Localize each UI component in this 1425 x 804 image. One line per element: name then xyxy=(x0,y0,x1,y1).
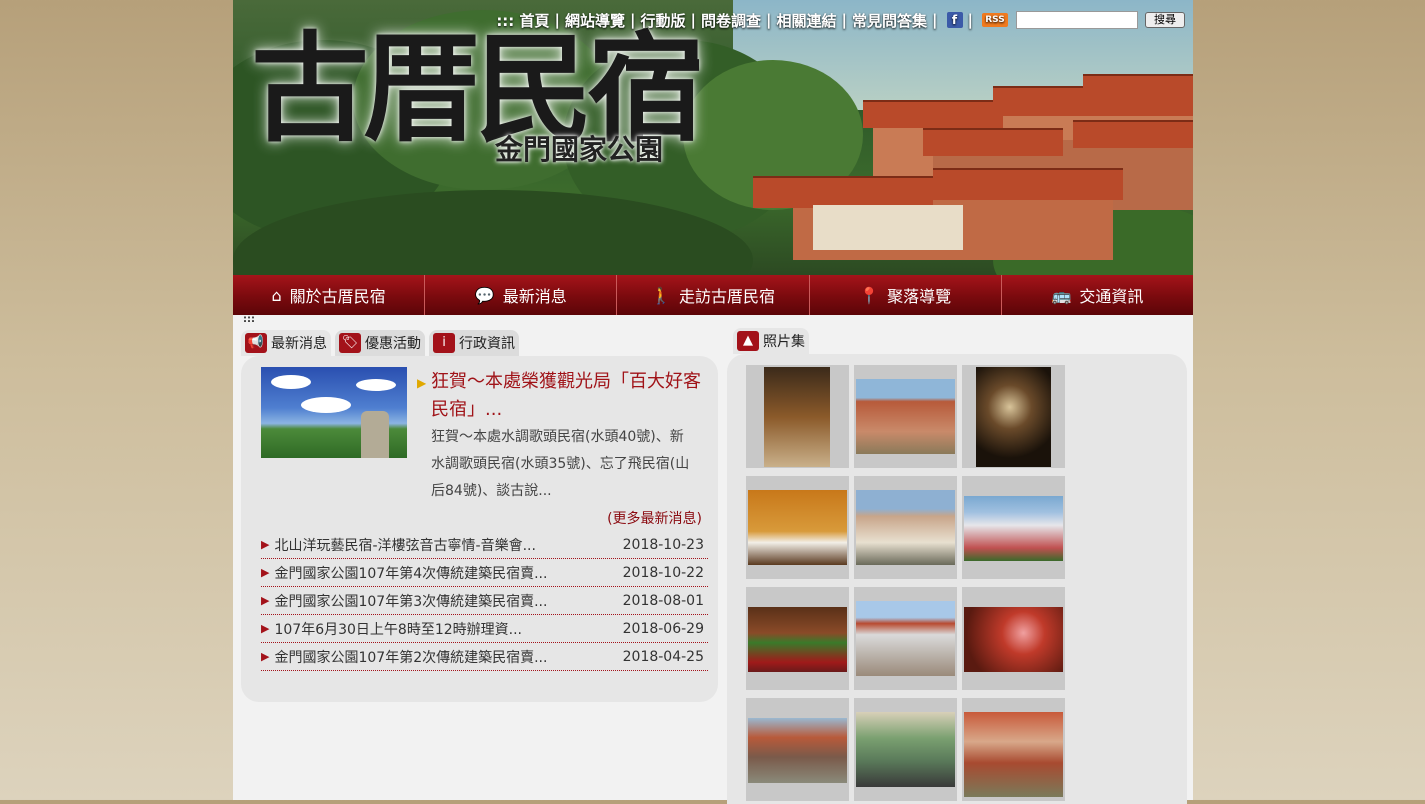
news-item-title: 北山洋玩藝民宿-洋樓弦音古寧情-音樂會... xyxy=(274,537,536,554)
photo-thumb[interactable] xyxy=(854,365,957,468)
tab-latest-news[interactable]: 📢 最新消息 xyxy=(241,330,331,356)
photo-thumb[interactable] xyxy=(854,587,957,690)
nav-village-guide[interactable]: 📍 聚落導覽 xyxy=(810,275,1002,315)
photo-thumb[interactable] xyxy=(962,698,1065,801)
photo-gallery xyxy=(727,354,1187,804)
photo-thumb[interactable] xyxy=(746,698,849,801)
more-news-link[interactable]: (更多最新消息) xyxy=(607,508,702,528)
news-item[interactable]: ▶ 北山洋玩藝民宿-洋樓弦音古寧情-音樂會... 2018-10-23 xyxy=(261,531,708,559)
accessibility-dots: ::: xyxy=(243,314,255,325)
photo-thumb[interactable] xyxy=(962,365,1065,468)
photo-thumb[interactable] xyxy=(746,365,849,468)
tab-admin-info-label: 行政資訊 xyxy=(459,336,515,352)
nav-visit-label: 走訪古厝民宿 xyxy=(678,287,775,306)
tag-icon: 🏷 xyxy=(339,333,361,353)
home-icon: ⌂ xyxy=(271,285,282,305)
news-item-date: 2018-04-25 xyxy=(622,648,704,665)
top-link-home[interactable]: ::: 首頁 xyxy=(496,10,549,31)
photo-thumb[interactable] xyxy=(854,476,957,579)
photo-thumb[interactable] xyxy=(962,476,1065,579)
bullet-icon: ▶ xyxy=(261,622,270,635)
bullet-icon: ▶ xyxy=(261,538,270,551)
tab-promotions-label: 優惠活動 xyxy=(365,336,421,352)
news-item[interactable]: ▶ 107年6月30日上午8時至12時辦理資... 2018-06-29 xyxy=(261,615,708,643)
nav-news[interactable]: 💬 最新消息 xyxy=(425,275,618,315)
nav-village-guide-label: 聚落導覽 xyxy=(887,287,952,306)
top-link-survey[interactable]: 問卷調查 xyxy=(701,10,761,31)
nav-about[interactable]: ⌂ 關於古厝民宿 xyxy=(233,275,426,315)
nav-transport[interactable]: 🚌 交通資訊 xyxy=(1002,275,1193,315)
tab-photos[interactable]: ▲ 照片集 xyxy=(733,328,809,354)
nav-visit[interactable]: 🚶 走訪古厝民宿 xyxy=(617,275,810,315)
banner: 古厝民宿 金門國家公園 ::: 首頁 | 網站導覽 | 行動版 | 問卷調查 | 相關連… xyxy=(233,0,1193,275)
top-link-mobile[interactable]: 行動版 xyxy=(641,10,686,31)
news-item[interactable]: ▶ 金門國家公園107年第3次傳統建築民宿賣... 2018-08-01 xyxy=(261,587,708,615)
bullet-icon: ▶ xyxy=(261,566,270,579)
top-link-sitemap[interactable]: 網站導覽 xyxy=(565,10,625,31)
top-link-faq[interactable]: 常見問答集 xyxy=(852,10,927,31)
megaphone-icon: 📢 xyxy=(245,333,267,353)
news-item-date: 2018-10-22 xyxy=(622,564,704,581)
search-input[interactable] xyxy=(1016,11,1138,29)
site-subtitle: 金門國家公園 xyxy=(495,133,664,166)
news-item-date: 2018-06-29 xyxy=(622,620,704,637)
photo-thumb[interactable] xyxy=(962,587,1065,690)
photo-thumb[interactable] xyxy=(854,698,957,801)
chat-bubble-icon: 💬 xyxy=(474,285,495,305)
page-wrapper: 古厝民宿 金門國家公園 ::: 首頁 | 網站導覽 | 行動版 | 問卷調查 | 相關連… xyxy=(233,0,1193,804)
news-item[interactable]: ▶ 金門國家公園107年第2次傳統建築民宿賣... 2018-04-25 xyxy=(261,643,708,671)
photo-thumb[interactable] xyxy=(746,476,849,579)
tab-promotions[interactable]: 🏷 優惠活動 xyxy=(335,330,425,356)
walking-person-icon: 🚶 xyxy=(651,285,671,305)
bus-icon: 🚌 xyxy=(1051,285,1072,305)
bullet-icon: ▶ xyxy=(261,594,270,607)
tab-admin-info[interactable]: i 行政資訊 xyxy=(429,330,519,356)
news-item-title: 金門國家公園107年第2次傳統建築民宿賣... xyxy=(274,649,548,666)
news-item-title: 金門國家公園107年第3次傳統建築民宿賣... xyxy=(274,593,548,610)
news-item-title: 107年6月30日上午8時至12時辦理資... xyxy=(274,621,522,638)
map-pin-icon: 📍 xyxy=(859,285,880,305)
rss-icon[interactable]: RSS xyxy=(982,13,1008,27)
main-nav: ⌂ 關於古厝民宿 💬 最新消息 🚶 走訪古厝民宿 📍 聚落導覽 🚌 交通資訊 xyxy=(233,275,1193,315)
left-tabs: 📢 最新消息 🏷 優惠活動 i 行政資訊 xyxy=(241,330,523,356)
nav-about-label: 關於古厝民宿 xyxy=(289,287,386,306)
featured-news-title[interactable]: 狂賀～本處榮獲觀光局「百大好客民宿」... xyxy=(431,368,701,424)
news-panel: ▶ 狂賀～本處榮獲觀光局「百大好客民宿」... 狂賀～本處水調歌頭民宿(水頭40… xyxy=(241,356,718,702)
news-item-date: 2018-08-01 xyxy=(622,592,704,609)
nav-news-label: 最新消息 xyxy=(502,287,567,306)
tab-photos-label: 照片集 xyxy=(763,334,805,350)
tab-latest-news-label: 最新消息 xyxy=(271,336,327,352)
top-links: ::: 首頁 | 網站導覽 | 行動版 | 問卷調查 | 相關連結 | 常見問答集 | f |… xyxy=(496,9,1185,31)
featured-arrow-icon: ▶ xyxy=(417,376,427,390)
bullet-icon: ▶ xyxy=(261,650,270,663)
news-item[interactable]: ▶ 金門國家公園107年第4次傳統建築民宿賣... 2018-10-22 xyxy=(261,559,708,587)
info-icon: i xyxy=(433,333,455,353)
photo-icon: ▲ xyxy=(737,331,759,351)
featured-news-desc: 狂賀～本處水調歌頭民宿(水頭40號)、新水調歌頭民宿(水頭35號)、忘了飛民宿(… xyxy=(431,429,690,499)
search-button[interactable]: 搜尋 xyxy=(1145,12,1185,28)
featured-news-image[interactable] xyxy=(261,367,407,458)
news-item-title: 金門國家公園107年第4次傳統建築民宿賣... xyxy=(274,565,548,582)
photo-thumb[interactable] xyxy=(746,587,849,690)
right-tabs: ▲ 照片集 xyxy=(733,328,813,354)
nav-transport-label: 交通資訊 xyxy=(1079,287,1144,306)
top-link-related[interactable]: 相關連結 xyxy=(777,10,837,31)
facebook-icon[interactable]: f xyxy=(946,12,963,28)
news-item-date: 2018-10-23 xyxy=(622,536,704,553)
